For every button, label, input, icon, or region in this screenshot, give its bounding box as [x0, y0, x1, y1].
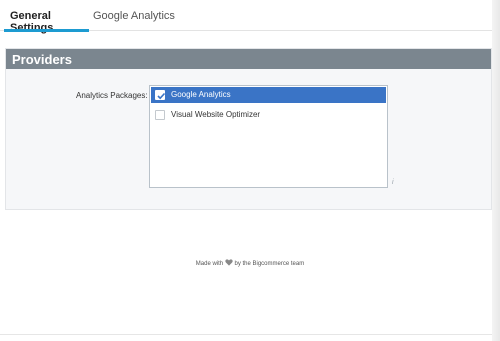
- heart-icon: [225, 259, 233, 266]
- providers-header: Providers: [6, 49, 491, 69]
- tab-general-settings[interactable]: General Settings: [4, 10, 89, 34]
- tab-google-analytics[interactable]: Google Analytics: [93, 10, 175, 30]
- window-edge: [492, 0, 500, 341]
- footer-text-before: Made with: [195, 261, 224, 267]
- info-icon[interactable]: i: [392, 179, 394, 186]
- option-label: Visual Website Optimizer: [171, 110, 261, 119]
- footer-text-after: by the Bigcommerce team: [234, 261, 305, 267]
- checkbox-checked-icon[interactable]: [155, 90, 166, 100]
- option-visual-website-optimizer[interactable]: Visual Website Optimizer: [151, 107, 386, 123]
- bottom-divider: [0, 334, 492, 335]
- option-google-analytics[interactable]: Google Analytics: [151, 87, 386, 103]
- footer-credit: Made with by the Bigcommerce team: [0, 259, 500, 267]
- tab-bar: General Settings Google Analytics: [0, 0, 492, 34]
- analytics-packages-listbox[interactable]: Google Analytics Visual Website Optimize…: [149, 85, 388, 188]
- option-label: Google Analytics: [171, 90, 231, 99]
- checkbox-unchecked-icon[interactable]: [155, 110, 165, 120]
- analytics-packages-label: Analytics Packages:: [76, 91, 148, 100]
- providers-panel: Providers Analytics Packages: Google Ana…: [5, 48, 492, 210]
